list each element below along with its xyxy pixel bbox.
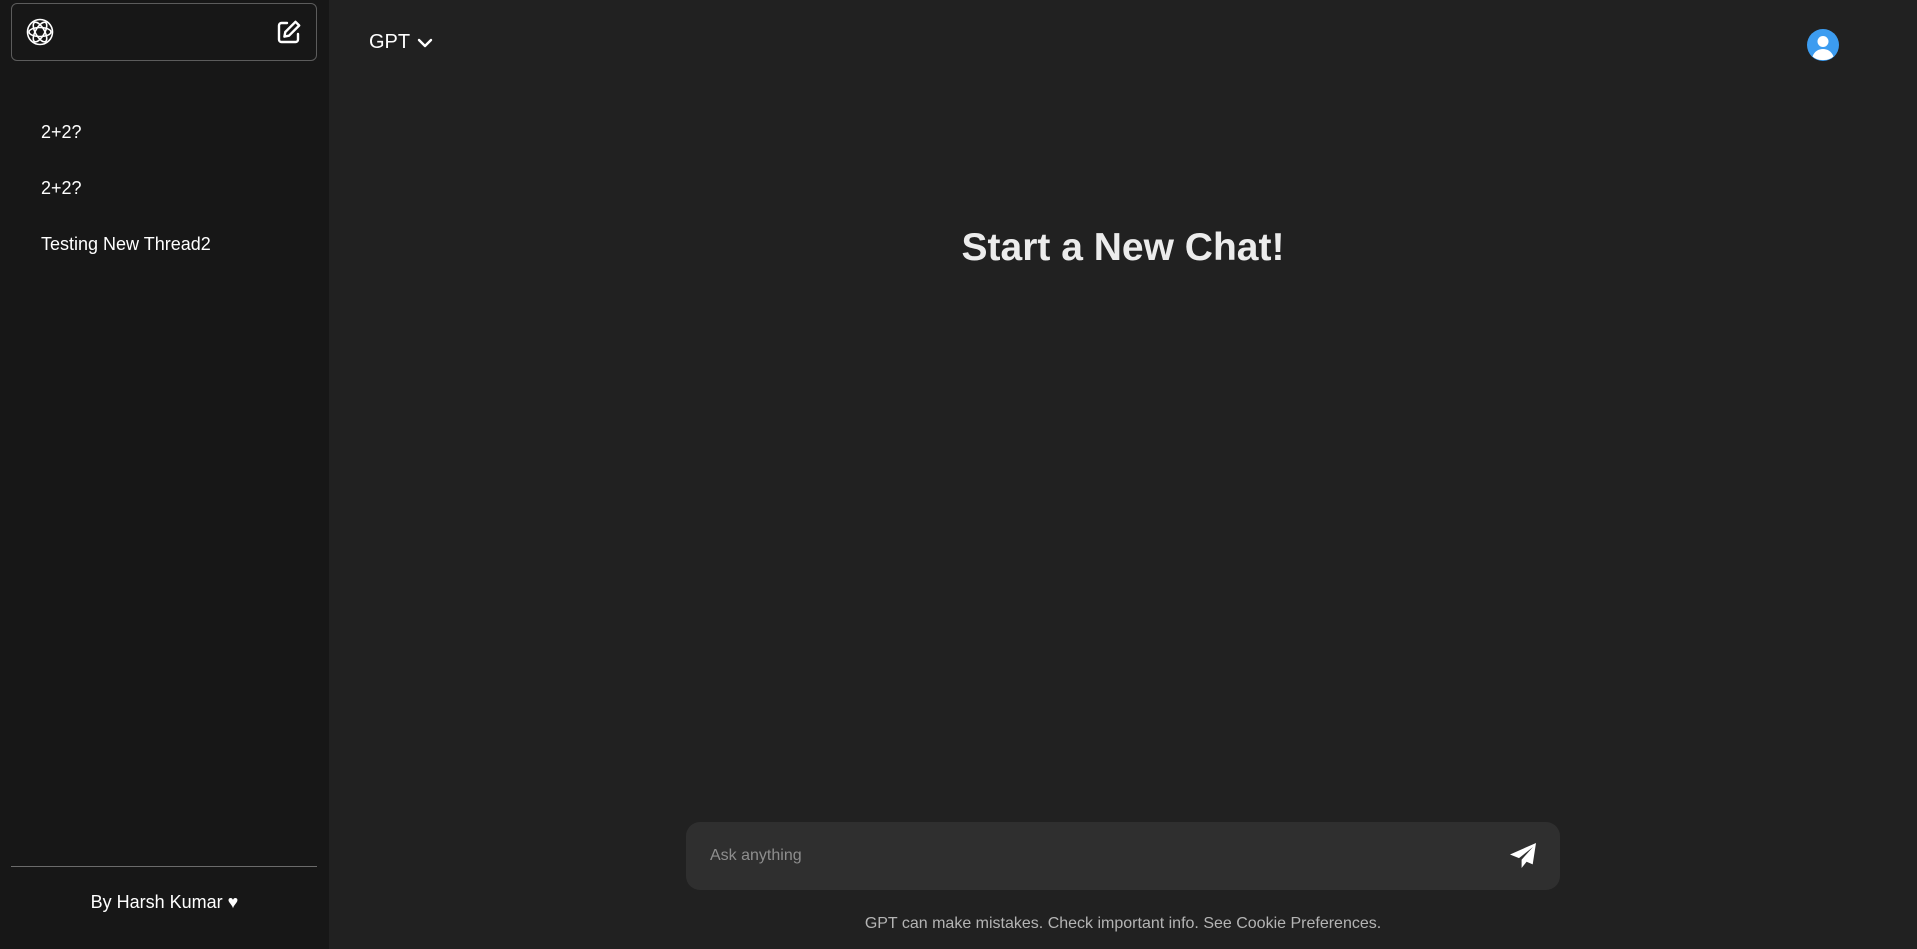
- composer: [686, 822, 1560, 890]
- new-chat-button[interactable]: [274, 17, 304, 47]
- app-root: 2+2? 2+2? Testing New Thread2 By Harsh K…: [0, 0, 1917, 949]
- sidebar-divider: [11, 866, 317, 867]
- model-label: GPT: [369, 31, 411, 53]
- sidebar-footer-credit: By Harsh Kumar ♥: [90, 892, 239, 912]
- send-button[interactable]: [1506, 839, 1540, 873]
- thread-list: 2+2? 2+2? Testing New Thread2: [0, 104, 329, 272]
- thread-item[interactable]: 2+2?: [0, 160, 329, 216]
- sidebar-header: [11, 3, 317, 61]
- disclaimer-text: GPT can make mistakes. Check important i…: [864, 915, 1382, 932]
- thread-item[interactable]: Testing New Thread2: [0, 216, 329, 272]
- user-avatar-icon[interactable]: [1807, 29, 1839, 61]
- edit-icon: [277, 20, 301, 44]
- thread-item[interactable]: 2+2?: [0, 104, 329, 160]
- sidebar: 2+2? 2+2? Testing New Thread2 By Harsh K…: [0, 0, 329, 949]
- chat-input[interactable]: [710, 847, 1506, 865]
- send-icon: [1510, 843, 1536, 868]
- model-selector[interactable]: GPT: [369, 31, 434, 54]
- page-title: Start a New Chat!: [961, 226, 1285, 269]
- main-area: GPT Start a New Chat! GPT can make mista…: [329, 0, 1917, 949]
- chevron-down-icon: [417, 38, 433, 47]
- openai-logo-icon: [24, 16, 56, 48]
